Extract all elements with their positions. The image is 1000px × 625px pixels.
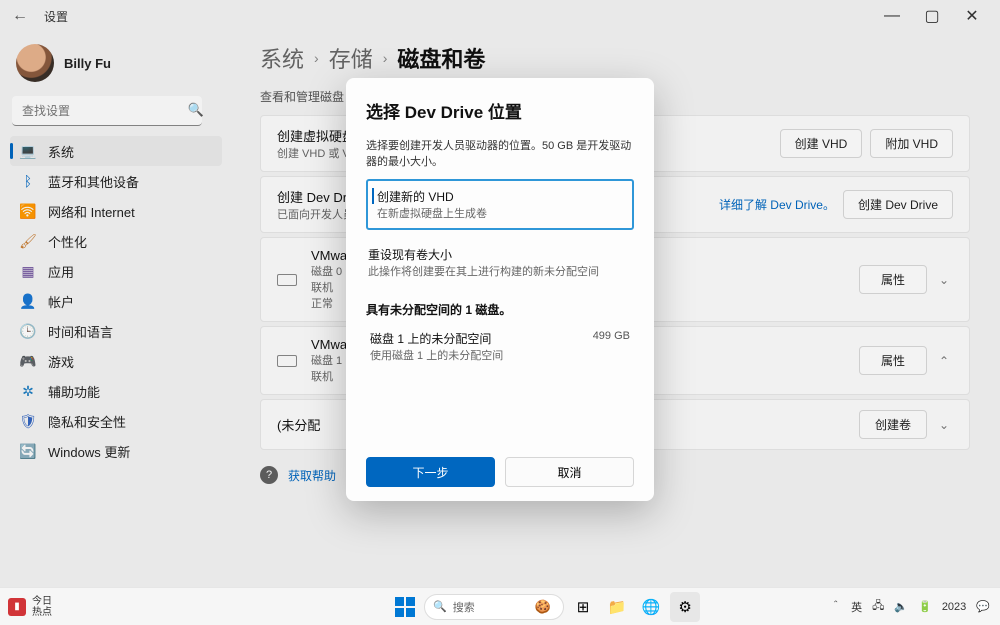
tray-battery-icon[interactable]: 🔋 — [918, 600, 932, 613]
section-header: 具有未分配空间的 1 磁盘。 — [366, 301, 634, 318]
disk-desc: 使用磁盘 1 上的未分配空间 — [370, 347, 630, 363]
dev-drive-modal: 选择 Dev Drive 位置 选择要创建开发人员驱动器的位置。50 GB 是开… — [346, 78, 654, 501]
option-title: 创建新的 VHD — [377, 188, 623, 205]
taskbar: ▮ 今日 热点 🔍 搜索 🍪 ⊞ 📁 🌐 ⚙ ＾ 英 🖧 🔈 🔋 2023 💬 — [0, 587, 1000, 625]
tray-notifications-icon[interactable]: 💬 — [976, 600, 990, 613]
taskbar-search[interactable]: 🔍 搜索 🍪 — [424, 594, 564, 620]
start-button[interactable] — [390, 592, 420, 622]
explorer-icon[interactable]: 📁 — [602, 592, 632, 622]
option-create-vhd[interactable]: 创建新的 VHD 在新虚拟硬盘上生成卷 — [366, 179, 634, 230]
disk-title: 磁盘 1 上的未分配空间 — [370, 330, 630, 347]
taskbar-widget[interactable]: ▮ 今日 热点 — [0, 596, 260, 618]
tray-lang[interactable]: 英 — [851, 599, 862, 615]
search-emoji-icon: 🍪 — [535, 599, 551, 615]
cancel-button[interactable]: 取消 — [505, 457, 634, 487]
disk-size: 499 GB — [593, 330, 630, 342]
tray-network-icon[interactable]: 🖧 — [872, 597, 884, 616]
search-label: 搜索 — [453, 599, 475, 615]
option-desc: 此操作将创建要在其上进行构建的新未分配空间 — [368, 263, 624, 279]
widget-badge-icon: ▮ — [8, 598, 26, 616]
modal-title: 选择 Dev Drive 位置 — [366, 98, 634, 123]
disk-option[interactable]: 499 GB 磁盘 1 上的未分配空间 使用磁盘 1 上的未分配空间 — [366, 324, 634, 369]
widget-line2: 热点 — [32, 607, 52, 618]
settings-icon[interactable]: ⚙ — [670, 592, 700, 622]
next-button[interactable]: 下一步 — [366, 457, 495, 487]
widget-line1: 今日 — [32, 596, 52, 607]
edge-icon[interactable]: 🌐 — [636, 592, 666, 622]
tray-volume-icon[interactable]: 🔈 — [894, 600, 908, 613]
tray-chevron-icon[interactable]: ＾ — [830, 599, 841, 615]
option-title: 重设现有卷大小 — [368, 246, 624, 263]
search-icon: 🔍 — [433, 600, 447, 613]
taskview-icon[interactable]: ⊞ — [568, 592, 598, 622]
modal-description: 选择要创建开发人员驱动器的位置。50 GB 是开发驱动器的最小大小。 — [366, 137, 634, 169]
option-resize-volume[interactable]: 重设现有卷大小 此操作将创建要在其上进行构建的新未分配空间 — [366, 238, 634, 287]
modal-overlay: 选择 Dev Drive 位置 选择要创建开发人员驱动器的位置。50 GB 是开… — [0, 0, 1000, 625]
tray-clock[interactable]: 2023 — [942, 601, 966, 613]
option-desc: 在新虚拟硬盘上生成卷 — [377, 205, 623, 221]
